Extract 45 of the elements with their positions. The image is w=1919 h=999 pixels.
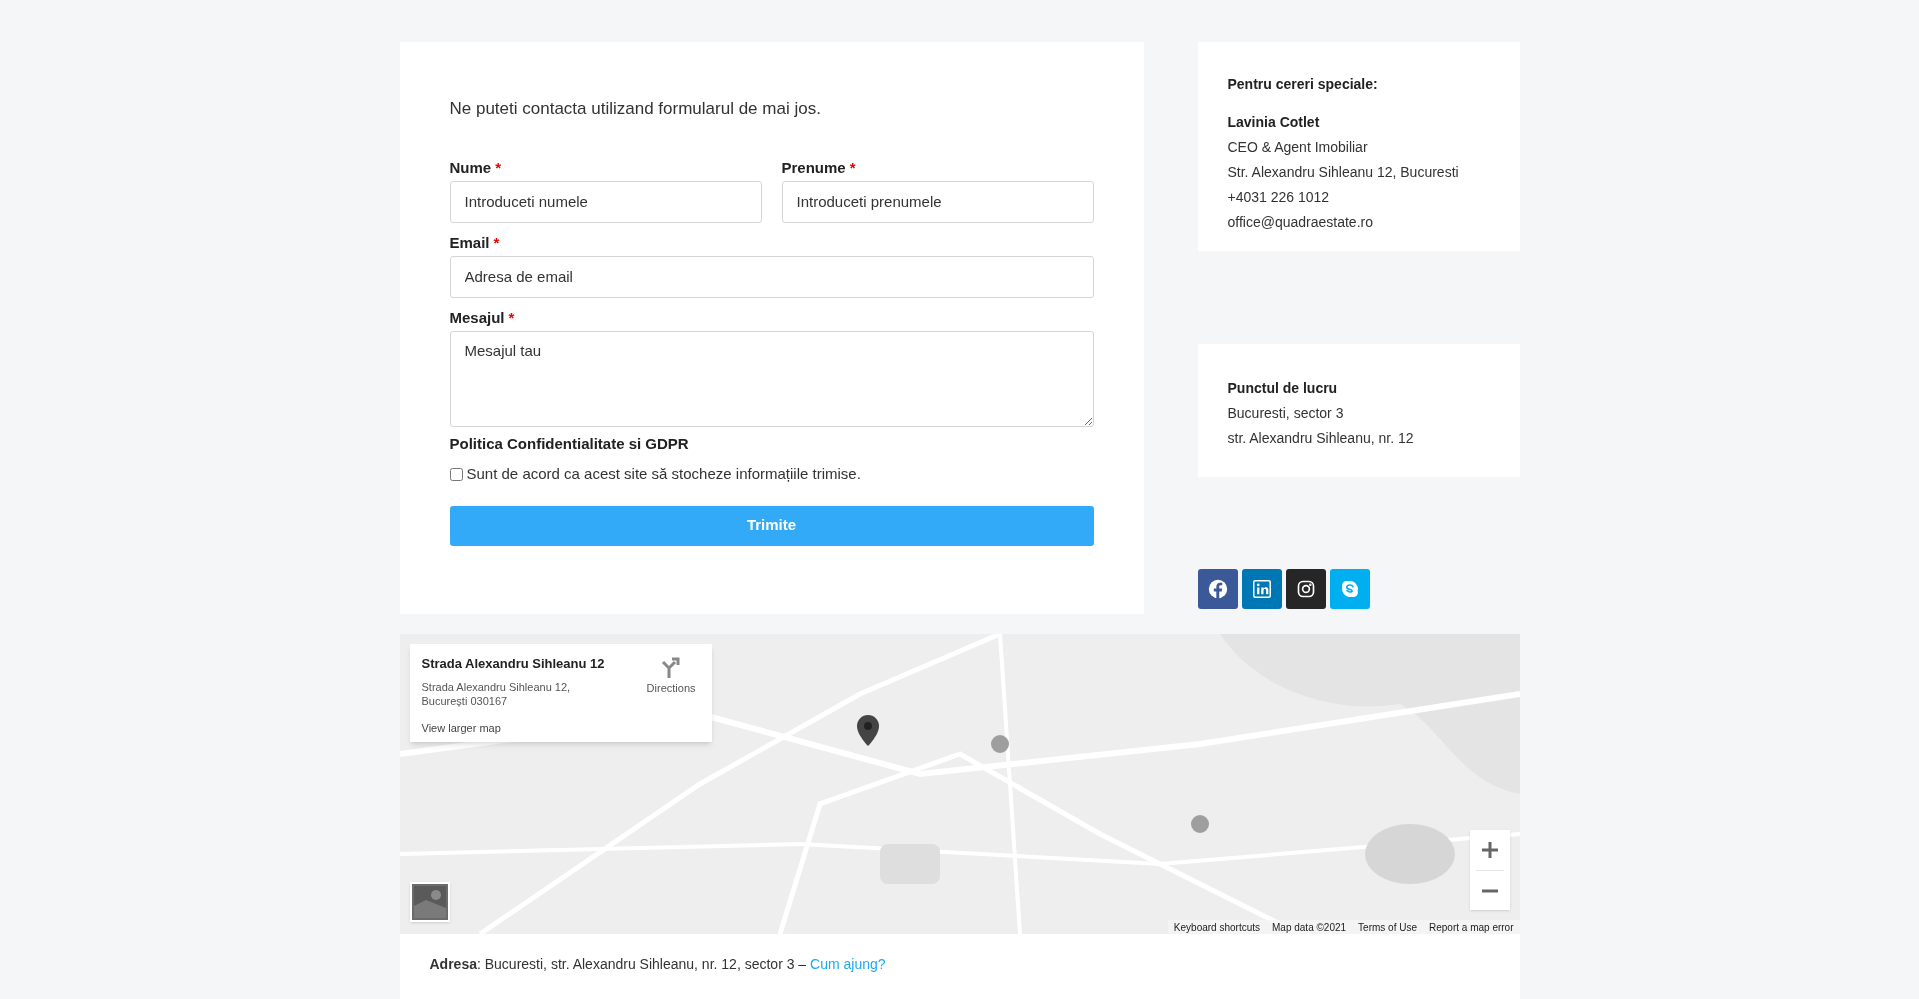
field-label: Mesajul — [449, 308, 505, 329]
attribution-link[interactable]: Map data ©2021 — [1272, 919, 1347, 934]
satellite-layer-button[interactable] — [409, 882, 450, 922]
required-mark: * — [849, 158, 856, 179]
card-line: office@quadraestate.ro — [1227, 213, 1374, 232]
place-title: Strada Alexandru Sihleanu 12 — [421, 655, 606, 673]
social-link[interactable] — [1197, 569, 1238, 609]
attribution-link[interactable]: Keyboard shortcuts — [1173, 919, 1260, 934]
facebook-icon — [1207, 579, 1228, 599]
place-address: București 030167 — [421, 693, 509, 708]
plus-icon — [1480, 841, 1499, 859]
consent-checkbox[interactable] — [449, 467, 463, 481]
card-line: Bucuresti, sector 3 — [1227, 404, 1345, 423]
card-line: str. Alexandru Sihleanu, nr. 12 — [1227, 429, 1415, 448]
attribution-link[interactable]: Terms of Use — [1358, 919, 1417, 934]
card-line: +4031 226 1012 — [1227, 188, 1331, 207]
field-label: Email — [449, 233, 490, 254]
card-line: Str. Alexandru Sihleanu 12, Bucuresti — [1227, 163, 1460, 182]
field-label: Nume — [449, 158, 492, 179]
consent-heading: Politica Confidentialitate si GDPR — [449, 433, 690, 454]
input-field[interactable]: Introduceti prenumele — [781, 180, 1094, 223]
social-link[interactable] — [1285, 569, 1326, 609]
place-address: Strada Alexandru Sihleanu 12, — [421, 679, 572, 694]
input-field[interactable]: Introduceti numele — [449, 180, 762, 223]
message-field[interactable]: Mesajul tau — [449, 330, 1094, 427]
card-line: CEO & Agent Imobiliar — [1227, 138, 1369, 157]
directions-icon — [661, 656, 682, 678]
field-label: Prenume — [781, 158, 846, 179]
skype-icon — [1339, 579, 1360, 599]
required-mark: * — [493, 233, 500, 254]
address-text: Adresa: Bucuresti, str. Alexandru Sihleanu, nr. 12, sector 3 – Cum ajung? — [429, 955, 887, 974]
directions-button[interactable]: Directions — [646, 656, 696, 697]
instagram-icon — [1296, 580, 1315, 598]
intro-text: Ne puteti contacta utilizand formularul de mai jos. — [449, 98, 822, 120]
linkedin-icon — [1252, 580, 1271, 598]
card-heading: Pentru cereri speciale: — [1227, 75, 1379, 94]
attribution-link[interactable]: Report a map error — [1429, 919, 1514, 934]
required-mark: * — [508, 308, 515, 329]
input-field[interactable]: Adresa de email — [449, 255, 1094, 298]
required-mark: * — [495, 158, 502, 179]
consent-label: Sunt de acord ca acest site să stocheze informațiile trimise. — [466, 464, 861, 484]
minus-icon — [1480, 888, 1499, 893]
card-title: Punctul de lucru — [1227, 379, 1339, 398]
card-title: Lavinia Cotlet — [1227, 113, 1321, 132]
view-larger-map-link[interactable]: View larger map — [421, 719, 647, 736]
